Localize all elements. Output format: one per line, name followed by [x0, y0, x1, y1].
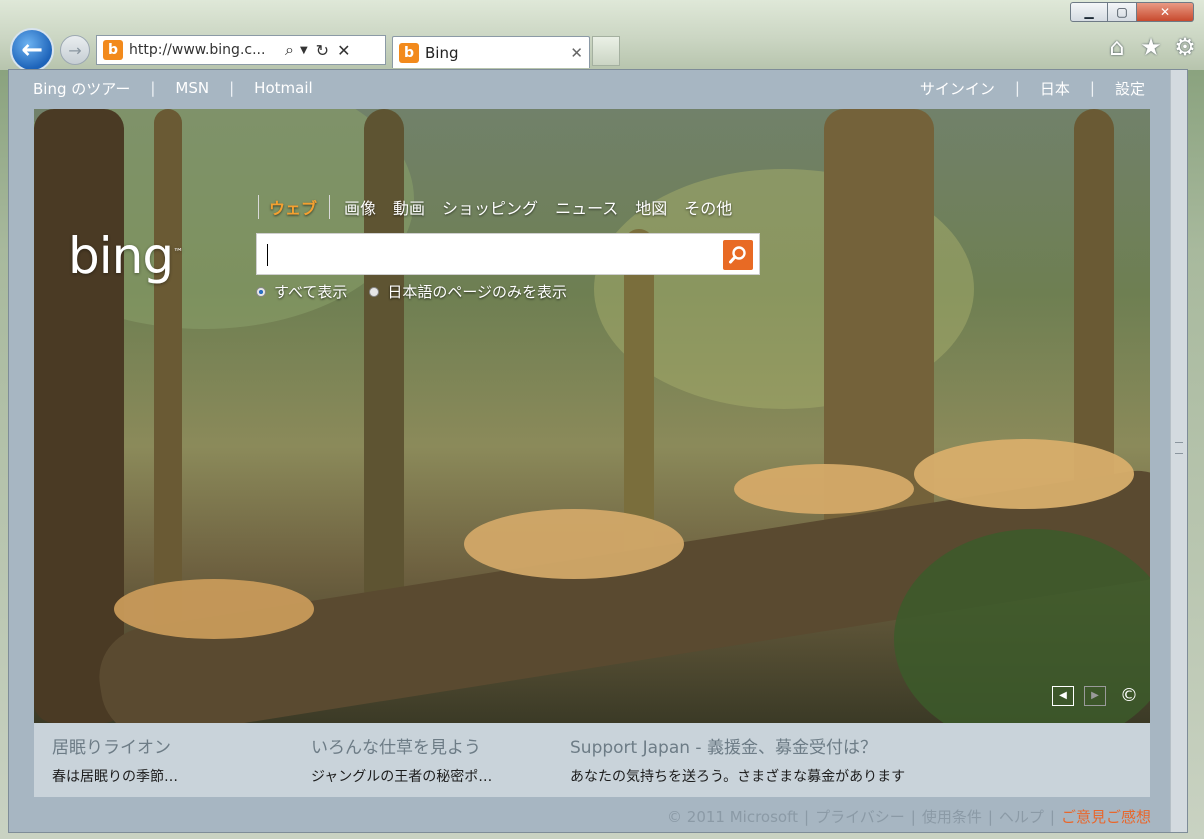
lion-shape: [734, 464, 914, 514]
language-options: すべて表示 日本語のページのみを表示: [256, 281, 567, 302]
top-nav: Bing のツアー | MSN | Hotmail サインイン | 日本 | 設…: [9, 70, 1171, 106]
close-window-button[interactable]: ✕: [1137, 2, 1194, 22]
tree-trunk: [34, 109, 124, 723]
dropdown-icon[interactable]: ▼: [300, 45, 308, 56]
lion-shape: [114, 579, 314, 639]
nav-separator: |: [1089, 79, 1095, 97]
minimize-button[interactable]: ▁: [1070, 2, 1108, 22]
news-desc[interactable]: あなたの気持ちを送ろう。さまざまな募金があります: [570, 766, 905, 786]
footer: © 2011 Microsoft | プライバシー | 使用条件 | ヘルプ | ご意見ご感想: [667, 806, 1151, 827]
search-button[interactable]: [723, 240, 753, 270]
nav-link-signin[interactable]: サインイン: [920, 78, 995, 99]
toolbar-icons: ⌂ ★ ⚙: [1104, 33, 1198, 61]
home-icon[interactable]: ⌂: [1104, 33, 1130, 61]
news-item[interactable]: 居眠りライオン 春は居眠りの季節…: [52, 733, 178, 786]
copyright-icon[interactable]: ©: [1120, 685, 1138, 706]
nav-link-region[interactable]: 日本: [1040, 78, 1070, 99]
forward-button[interactable]: →: [60, 35, 90, 65]
text-caret: [267, 244, 268, 266]
search-vertical-tabs: ウェブ 画像 動画 ショッピング ニュース 地図 その他: [258, 195, 749, 219]
vertical-scrollbar[interactable]: [1170, 70, 1187, 832]
nav-separator: |: [229, 79, 235, 97]
address-url[interactable]: http://www.bing.c...: [129, 42, 277, 58]
trademark-mark: ™: [173, 247, 183, 259]
footer-privacy[interactable]: プライバシー: [815, 808, 905, 826]
stop-icon[interactable]: ✕: [337, 41, 350, 60]
tree-trunk: [364, 109, 404, 609]
previous-image-button[interactable]: ◀: [1052, 685, 1074, 706]
tab-web[interactable]: ウェブ: [258, 195, 331, 219]
news-title[interactable]: いろんな仕草を見よう: [311, 733, 492, 758]
window-controls: ▁ ▢ ✕: [1070, 2, 1196, 22]
hero-controls: ◀ ▶ ©: [1052, 685, 1138, 706]
radio-japanese-only[interactable]: [369, 286, 380, 297]
footer-separator: |: [804, 808, 810, 826]
footer-feedback[interactable]: ご意見ご感想: [1061, 808, 1151, 826]
lion-shape: [464, 509, 684, 579]
tab-videos[interactable]: 動画: [393, 195, 425, 219]
nav-link-settings[interactable]: 設定: [1115, 78, 1145, 99]
forward-arrow-icon: →: [68, 40, 82, 60]
news-desc[interactable]: ジャングルの王者の秘密ポ…: [311, 766, 492, 786]
close-icon: ✕: [1159, 5, 1171, 19]
minimize-icon: ▁: [1084, 5, 1094, 19]
nav-separator: |: [1014, 79, 1020, 97]
new-tab-button[interactable]: [592, 36, 620, 66]
footer-separator: |: [987, 808, 993, 826]
news-item[interactable]: Support Japan - 義援金、募金受付は？ あなたの気持ちを送ろう。さ…: [570, 733, 905, 786]
search-box: [256, 233, 760, 275]
radio-all[interactable]: [256, 286, 266, 297]
back-arrow-icon: ←: [21, 35, 43, 65]
nav-link-msn[interactable]: MSN: [175, 79, 209, 97]
option-japanese-only-label[interactable]: 日本語のページのみを表示: [387, 281, 567, 302]
news-strip: 居眠りライオン 春は居眠りの季節… いろんな仕草を見よう ジャングルの王者の秘密…: [34, 723, 1150, 797]
news-title[interactable]: 居眠りライオン: [52, 733, 178, 758]
footer-copyright: © 2011 Microsoft: [667, 808, 798, 826]
footer-terms[interactable]: 使用条件: [922, 808, 982, 826]
scrollbar-grip[interactable]: [1175, 442, 1183, 454]
tab-bing[interactable]: b Bing ✕: [392, 36, 590, 68]
gear-icon[interactable]: ⚙: [1172, 33, 1198, 61]
news-title[interactable]: Support Japan - 義援金、募金受付は？: [570, 733, 905, 758]
footer-separator: |: [910, 808, 916, 826]
nav-link-bing-tour[interactable]: Bing のツアー: [33, 78, 130, 99]
footer-help[interactable]: ヘルプ: [999, 808, 1044, 826]
nav-link-hotmail[interactable]: Hotmail: [254, 79, 312, 97]
tree-trunk: [154, 109, 182, 629]
tab-close-icon[interactable]: ✕: [570, 44, 583, 62]
tab-more[interactable]: その他: [684, 195, 732, 219]
refresh-icon[interactable]: ↻: [316, 41, 329, 60]
next-icon: ▶: [1091, 690, 1099, 701]
maximize-icon: ▢: [1116, 5, 1128, 19]
next-image-button[interactable]: ▶: [1084, 685, 1106, 706]
back-button[interactable]: ←: [10, 28, 54, 72]
news-item[interactable]: いろんな仕草を見よう ジャングルの王者の秘密ポ…: [311, 733, 492, 786]
hero-background-image: bing™ ウェブ 画像 動画 ショッピング ニュース 地図 その他 すべて表示: [34, 109, 1150, 723]
tab-title: Bing: [425, 43, 459, 62]
page-viewport: Bing のツアー | MSN | Hotmail サインイン | 日本 | 設…: [8, 69, 1188, 833]
tab-shopping[interactable]: ショッピング: [442, 195, 538, 219]
tab-maps[interactable]: 地図: [635, 195, 667, 219]
bing-favicon-icon: b: [399, 42, 419, 63]
bing-favicon-icon: b: [103, 40, 123, 60]
star-icon[interactable]: ★: [1138, 33, 1164, 61]
search-icon[interactable]: ⌕: [285, 40, 294, 60]
address-bar[interactable]: b http://www.bing.c... ⌕ ▼ ↻ ✕: [96, 35, 386, 65]
tab-news[interactable]: ニュース: [555, 195, 618, 219]
maximize-button[interactable]: ▢: [1108, 2, 1137, 22]
option-all-label[interactable]: すべて表示: [274, 281, 347, 302]
lion-shape: [914, 439, 1134, 509]
search-icon: [729, 246, 746, 264]
nav-separator: |: [150, 79, 156, 97]
footer-separator: |: [1049, 808, 1055, 826]
bing-logo[interactable]: bing™: [68, 227, 183, 285]
tab-images[interactable]: 画像: [344, 195, 376, 219]
news-desc[interactable]: 春は居眠りの季節…: [52, 766, 178, 786]
search-input[interactable]: [265, 240, 709, 270]
previous-icon: ◀: [1059, 690, 1067, 701]
logo-text: bing: [68, 227, 174, 285]
